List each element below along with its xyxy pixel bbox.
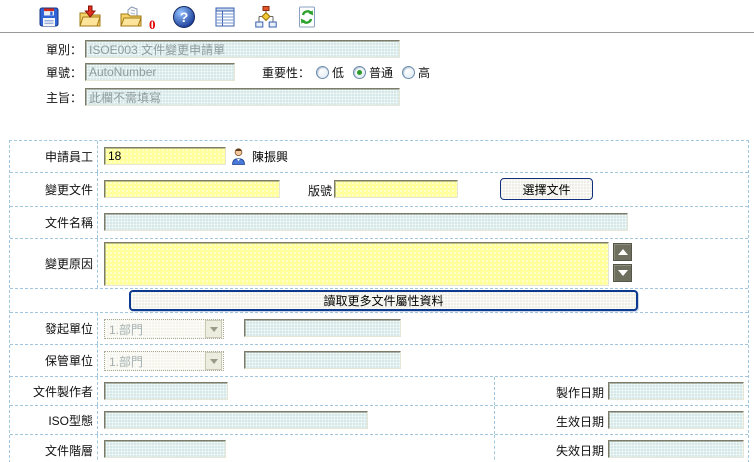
scroll-up-button[interactable] bbox=[613, 243, 632, 261]
row-doc-level: 文件階層 失效日期 bbox=[10, 435, 748, 462]
doc-type-field[interactable] bbox=[85, 40, 400, 58]
label-importance: 重要性： bbox=[262, 64, 310, 81]
row-change-doc: 變更文件 版號 選擇文件 bbox=[10, 173, 748, 207]
label-subject: 主旨： bbox=[0, 89, 82, 107]
choose-document-button[interactable]: 選擇文件 bbox=[500, 178, 593, 200]
radio-importance-normal[interactable] bbox=[353, 66, 366, 79]
column-divider bbox=[494, 377, 495, 405]
subject-field[interactable] bbox=[85, 88, 400, 106]
radio-label-normal[interactable]: 普通 bbox=[369, 66, 393, 80]
label-effective-date: 生效日期 bbox=[496, 413, 604, 430]
row-load-more: 讀取更多文件屬性資料 bbox=[10, 289, 748, 313]
document-change-request-window: 0 ? bbox=[0, 0, 754, 462]
label-applicant: 申請員工 bbox=[10, 141, 98, 172]
toolbar-separator bbox=[0, 32, 754, 34]
iso-type-field[interactable] bbox=[104, 411, 368, 429]
origin-unit-select-value: 1.部門 bbox=[105, 321, 205, 338]
label-change-doc: 變更文件 bbox=[10, 173, 98, 206]
label-iso-type: ISO型態 bbox=[10, 406, 98, 434]
svg-text:?: ? bbox=[179, 9, 188, 25]
row-custody-unit: 保管單位 1.部門 bbox=[10, 345, 748, 377]
version-input[interactable] bbox=[334, 180, 458, 198]
toolbar: 0 ? bbox=[36, 3, 320, 33]
applicant-id-input[interactable] bbox=[104, 147, 226, 165]
row-applicant: 申請員工 陳振興 bbox=[10, 141, 748, 173]
label-doc-level: 文件階層 bbox=[10, 435, 98, 462]
doc-name-field[interactable] bbox=[104, 213, 628, 231]
importance-group: 重要性： 低 普通 高 bbox=[262, 64, 439, 81]
radio-label-high[interactable]: 高 bbox=[418, 66, 430, 80]
change-doc-input[interactable] bbox=[104, 180, 280, 198]
doc-level-field[interactable] bbox=[104, 440, 226, 458]
label-doc-number: 單號： bbox=[0, 64, 82, 82]
chevron-down-icon bbox=[205, 320, 222, 338]
doc-number-field[interactable] bbox=[85, 63, 235, 81]
label-version: 版號 bbox=[272, 182, 332, 199]
expiry-date-field[interactable] bbox=[608, 440, 744, 458]
custody-unit-select[interactable]: 1.部門 bbox=[104, 351, 224, 371]
applicant-name: 陳振興 bbox=[252, 148, 288, 166]
column-divider bbox=[494, 406, 495, 434]
row-change-reason: 變更原因 bbox=[10, 239, 748, 289]
row-origin-unit: 發起單位 1.部門 bbox=[10, 313, 748, 345]
label-doc-type: 單別： bbox=[0, 41, 82, 59]
import-folder-icon[interactable] bbox=[77, 3, 103, 31]
save-icon[interactable] bbox=[36, 3, 62, 31]
flowchart-icon[interactable] bbox=[253, 3, 279, 31]
custody-unit-field[interactable] bbox=[244, 351, 401, 369]
label-expiry-date: 失效日期 bbox=[496, 442, 604, 459]
badge-count: 0 bbox=[149, 17, 156, 33]
label-doc-name: 文件名稱 bbox=[10, 207, 98, 238]
scroll-down-button[interactable] bbox=[613, 264, 632, 282]
chevron-down-icon bbox=[205, 352, 222, 370]
origin-unit-select[interactable]: 1.部門 bbox=[104, 319, 224, 339]
effective-date-field[interactable] bbox=[608, 411, 744, 429]
row-iso-type: ISO型態 生效日期 bbox=[10, 406, 748, 435]
load-more-attributes-button[interactable]: 讀取更多文件屬性資料 bbox=[129, 290, 638, 311]
person-icon[interactable] bbox=[231, 148, 246, 165]
label-origin-unit: 發起單位 bbox=[10, 313, 98, 344]
refresh-page-icon[interactable] bbox=[294, 3, 320, 31]
open-folder-icon[interactable] bbox=[118, 3, 144, 31]
label-change-reason: 變更原因 bbox=[10, 239, 98, 288]
column-divider bbox=[494, 435, 495, 462]
detail-list-icon[interactable] bbox=[212, 3, 238, 31]
origin-unit-field[interactable] bbox=[244, 319, 401, 337]
label-creation-date: 製作日期 bbox=[496, 384, 604, 401]
row-doc-name: 文件名稱 bbox=[10, 207, 748, 239]
doc-author-field[interactable] bbox=[104, 382, 228, 400]
change-reason-textarea[interactable] bbox=[104, 242, 609, 286]
radio-importance-low[interactable] bbox=[316, 66, 329, 79]
help-icon[interactable]: ? bbox=[171, 3, 197, 31]
custody-unit-select-value: 1.部門 bbox=[105, 353, 205, 370]
creation-date-field[interactable] bbox=[608, 382, 744, 400]
radio-label-low[interactable]: 低 bbox=[332, 66, 344, 80]
label-custody-unit: 保管單位 bbox=[10, 345, 98, 376]
label-doc-author: 文件製作者 bbox=[10, 377, 98, 405]
row-doc-author: 文件製作者 製作日期 bbox=[10, 377, 748, 406]
document-form-table: 申請員工 陳振興 變更文件 版號 選擇文件 文件名稱 bbox=[9, 140, 749, 462]
radio-importance-high[interactable] bbox=[402, 66, 415, 79]
